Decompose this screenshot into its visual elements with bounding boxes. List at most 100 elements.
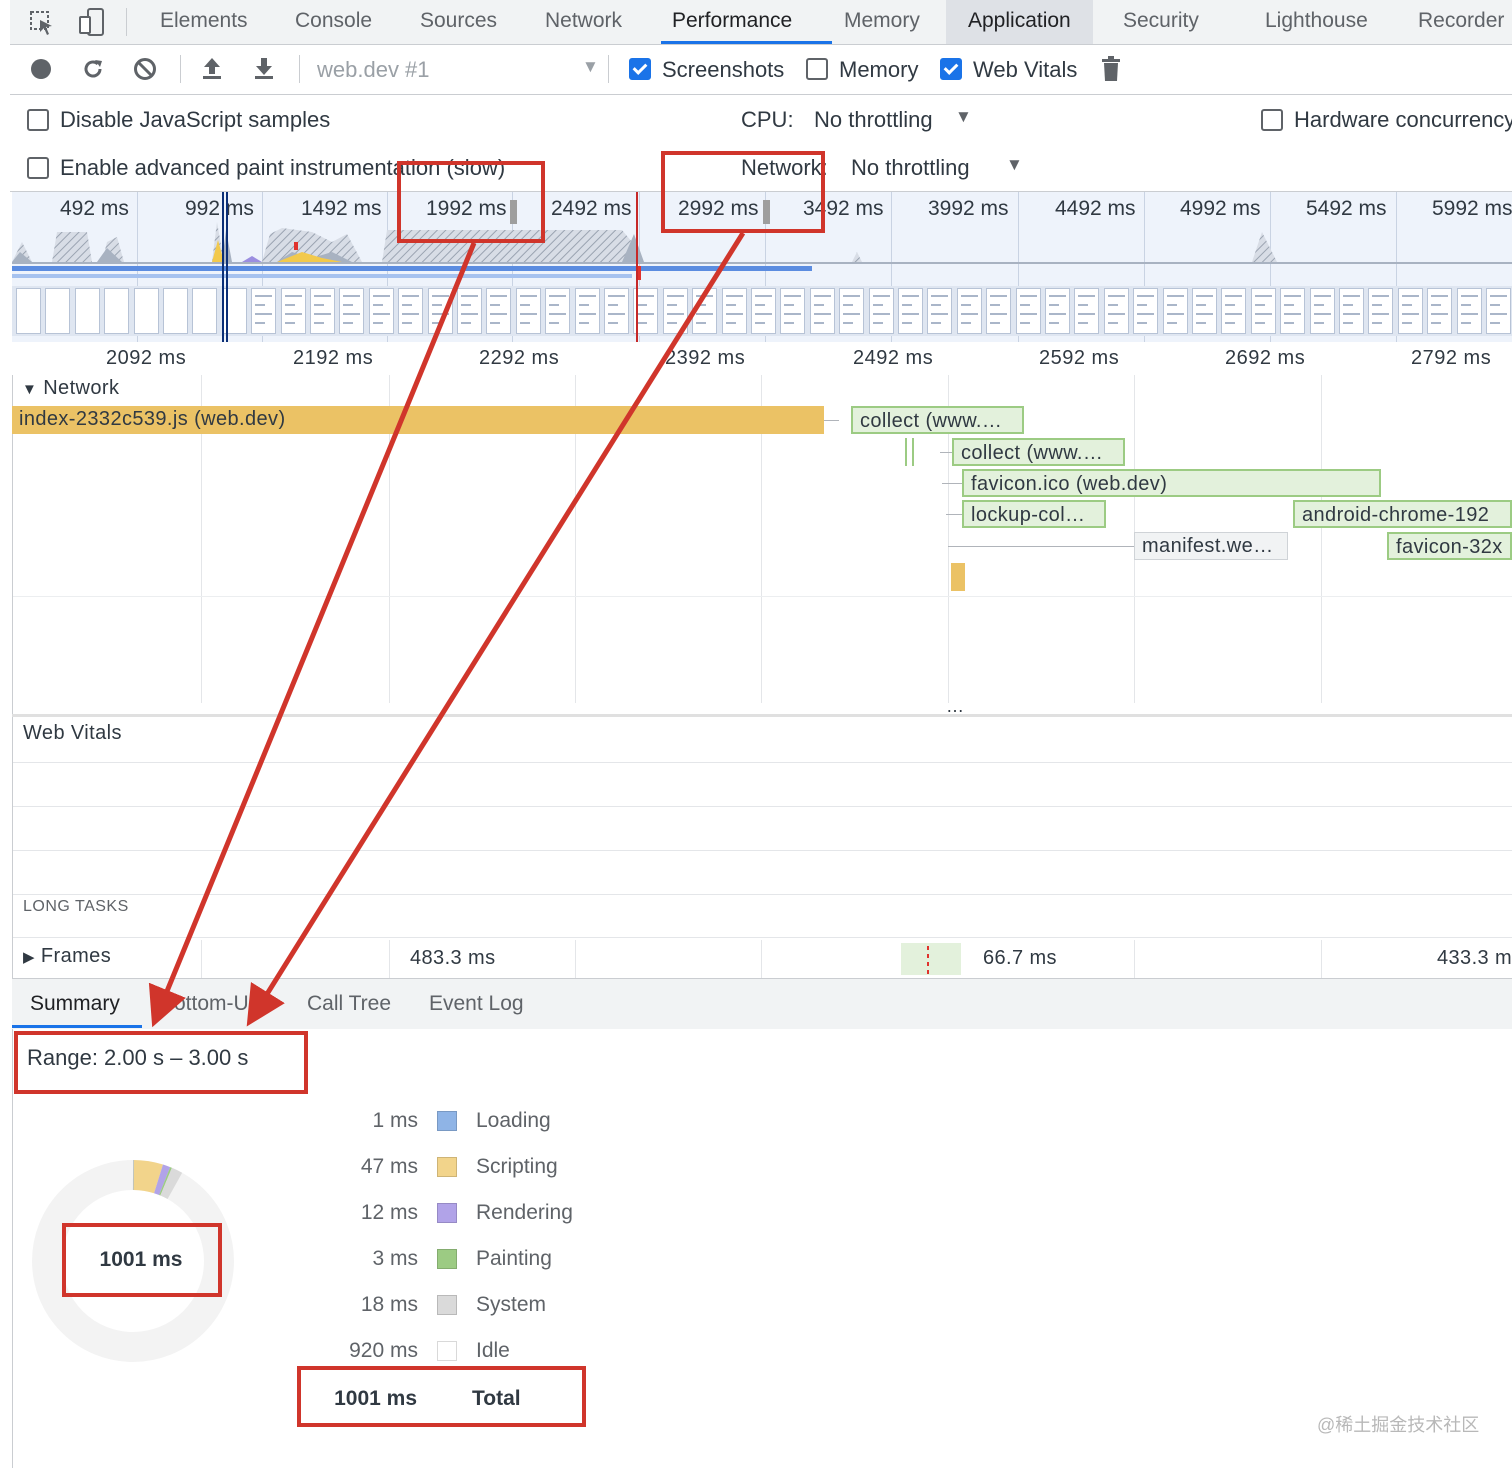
clear-icon[interactable] bbox=[133, 57, 157, 86]
screenshot-thumbnail[interactable] bbox=[192, 288, 218, 334]
screenshot-thumbnail[interactable] bbox=[1368, 288, 1394, 334]
screenshot-thumbnail[interactable] bbox=[74, 288, 100, 334]
network-request-bar[interactable]: favicon.ico (web.dev) bbox=[962, 469, 1381, 497]
screenshot-thumbnail[interactable] bbox=[339, 288, 365, 334]
network-request-bar[interactable] bbox=[951, 563, 965, 591]
network-request-bar[interactable]: lockup-col… bbox=[962, 500, 1106, 528]
tab-application[interactable]: Application bbox=[946, 0, 1093, 44]
screenshot-thumbnail[interactable] bbox=[956, 288, 982, 334]
category-duration: 3 ms bbox=[372, 1247, 418, 1270]
device-toolbar-icon[interactable] bbox=[78, 7, 106, 42]
network-request-bar[interactable]: collect (www.… bbox=[952, 438, 1125, 466]
screenshot-thumbnail[interactable] bbox=[662, 288, 688, 334]
screenshot-thumbnail[interactable] bbox=[163, 288, 188, 334]
memory-checkbox[interactable] bbox=[806, 58, 828, 80]
tab-console[interactable]: Console bbox=[295, 0, 372, 44]
tab-call-tree[interactable]: Call Tree bbox=[307, 979, 391, 1029]
screenshot-thumbnail[interactable] bbox=[1339, 288, 1364, 334]
network-request-bar[interactable]: manifest.we… bbox=[1134, 532, 1288, 560]
record-icon[interactable] bbox=[30, 58, 52, 85]
tab-network[interactable]: Network bbox=[545, 0, 622, 44]
network-track-toggle[interactable]: ▼ Network bbox=[22, 377, 119, 400]
screenshot-thumbnail[interactable] bbox=[368, 288, 394, 334]
inspect-element-icon[interactable] bbox=[28, 9, 56, 42]
screenshot-thumbnail[interactable] bbox=[1133, 288, 1159, 334]
web-vitals-checkbox[interactable] bbox=[940, 58, 962, 80]
tab-performance[interactable]: Performance bbox=[672, 0, 792, 44]
tab-sources[interactable]: Sources bbox=[420, 0, 497, 44]
screenshots-filmstrip[interactable] bbox=[12, 286, 1512, 336]
network-throttling-select[interactable]: No throttling bbox=[851, 155, 970, 181]
screenshot-thumbnail[interactable] bbox=[1427, 288, 1453, 334]
screenshot-thumbnail[interactable] bbox=[16, 288, 41, 334]
chevron-down-icon[interactable]: ▼ bbox=[1006, 155, 1023, 175]
screenshot-thumbnail[interactable] bbox=[780, 288, 806, 334]
screenshot-thumbnail[interactable] bbox=[1309, 288, 1335, 334]
tab-bottom-up[interactable]: Bottom-Up bbox=[160, 979, 260, 1029]
network-request-bar[interactable]: android-chrome-192 bbox=[1293, 500, 1512, 528]
disable-js-samples-checkbox[interactable] bbox=[27, 109, 49, 131]
screenshot-thumbnail[interactable] bbox=[692, 288, 718, 334]
network-request-bar[interactable]: favicon-32x bbox=[1387, 532, 1512, 560]
cpu-throttling-select[interactable]: No throttling bbox=[814, 107, 933, 133]
screenshot-thumbnail[interactable] bbox=[868, 288, 894, 334]
screenshot-thumbnail[interactable] bbox=[604, 288, 629, 334]
screenshot-thumbnail[interactable] bbox=[809, 288, 835, 334]
screenshot-thumbnail[interactable] bbox=[1456, 288, 1482, 334]
tab-security[interactable]: Security bbox=[1123, 0, 1199, 44]
screenshot-thumbnail[interactable] bbox=[1192, 288, 1217, 334]
screenshot-thumbnail[interactable] bbox=[721, 288, 747, 334]
tab-event-log[interactable]: Event Log bbox=[429, 979, 524, 1029]
tab-memory[interactable]: Memory bbox=[844, 0, 920, 44]
screenshot-thumbnail[interactable] bbox=[1280, 288, 1306, 334]
download-icon[interactable] bbox=[253, 56, 275, 85]
screenshot-thumbnail[interactable] bbox=[1015, 288, 1041, 334]
screenshot-thumbnail[interactable] bbox=[1486, 288, 1511, 334]
screenshot-thumbnail[interactable] bbox=[986, 288, 1012, 334]
selection-start-marker[interactable] bbox=[222, 192, 224, 342]
frames-track-label[interactable]: ▶ Frames bbox=[23, 945, 111, 968]
screenshots-checkbox[interactable] bbox=[629, 58, 651, 80]
selection-end-marker[interactable] bbox=[636, 192, 638, 342]
screenshot-thumbnail[interactable] bbox=[545, 288, 571, 334]
screenshot-thumbnail[interactable] bbox=[1221, 288, 1247, 334]
screenshot-thumbnail[interactable] bbox=[515, 288, 541, 334]
screenshot-thumbnail[interactable] bbox=[280, 288, 306, 334]
screenshot-thumbnail[interactable] bbox=[133, 288, 159, 334]
chevron-down-icon[interactable]: ▼ bbox=[955, 107, 972, 127]
screenshot-thumbnail[interactable] bbox=[398, 288, 424, 334]
screenshot-thumbnail[interactable] bbox=[1074, 288, 1100, 334]
screenshot-thumbnail[interactable] bbox=[574, 288, 600, 334]
screenshot-thumbnail[interactable] bbox=[898, 288, 923, 334]
network-request-bar[interactable]: index-2332c539.js (web.dev) bbox=[12, 406, 824, 434]
screenshot-thumbnail[interactable] bbox=[839, 288, 865, 334]
screenshot-thumbnail[interactable] bbox=[927, 288, 953, 334]
screenshot-thumbnail[interactable] bbox=[251, 288, 277, 334]
hardware-concurrency-checkbox[interactable] bbox=[1261, 109, 1283, 131]
screenshot-thumbnail[interactable] bbox=[1162, 288, 1188, 334]
network-request-bar[interactable]: collect (www.… bbox=[851, 406, 1024, 434]
screenshot-thumbnail[interactable] bbox=[486, 288, 512, 334]
screenshot-thumbnail[interactable] bbox=[457, 288, 482, 334]
screenshot-thumbnail[interactable] bbox=[1397, 288, 1423, 334]
screenshot-thumbnail[interactable] bbox=[45, 288, 71, 334]
upload-icon[interactable] bbox=[201, 56, 223, 85]
profile-select[interactable]: web.dev #1 bbox=[317, 57, 430, 83]
tab-summary[interactable]: Summary bbox=[30, 979, 120, 1029]
tab-recorder[interactable]: Recorder bbox=[1418, 0, 1504, 44]
reload-icon[interactable] bbox=[81, 57, 105, 86]
chevron-down-icon[interactable]: ▼ bbox=[582, 57, 599, 77]
screenshot-thumbnail[interactable] bbox=[1250, 288, 1276, 334]
tab-lighthouse[interactable]: Lighthouse bbox=[1265, 0, 1368, 44]
screenshot-thumbnail[interactable] bbox=[104, 288, 130, 334]
selection-handle[interactable] bbox=[226, 192, 228, 342]
tab-elements[interactable]: Elements bbox=[160, 0, 248, 44]
frames-track[interactable]: ▶ Frames 483.3 ms 66.7 ms 433.3 ms bbox=[12, 940, 1512, 978]
trash-icon[interactable] bbox=[1101, 56, 1121, 87]
screenshot-thumbnail[interactable] bbox=[751, 288, 776, 334]
screenshot-thumbnail[interactable] bbox=[310, 288, 335, 334]
screenshot-thumbnail[interactable] bbox=[427, 288, 453, 334]
advanced-paint-checkbox[interactable] bbox=[27, 157, 49, 179]
screenshot-thumbnail[interactable] bbox=[1103, 288, 1129, 334]
screenshot-thumbnail[interactable] bbox=[1045, 288, 1070, 334]
